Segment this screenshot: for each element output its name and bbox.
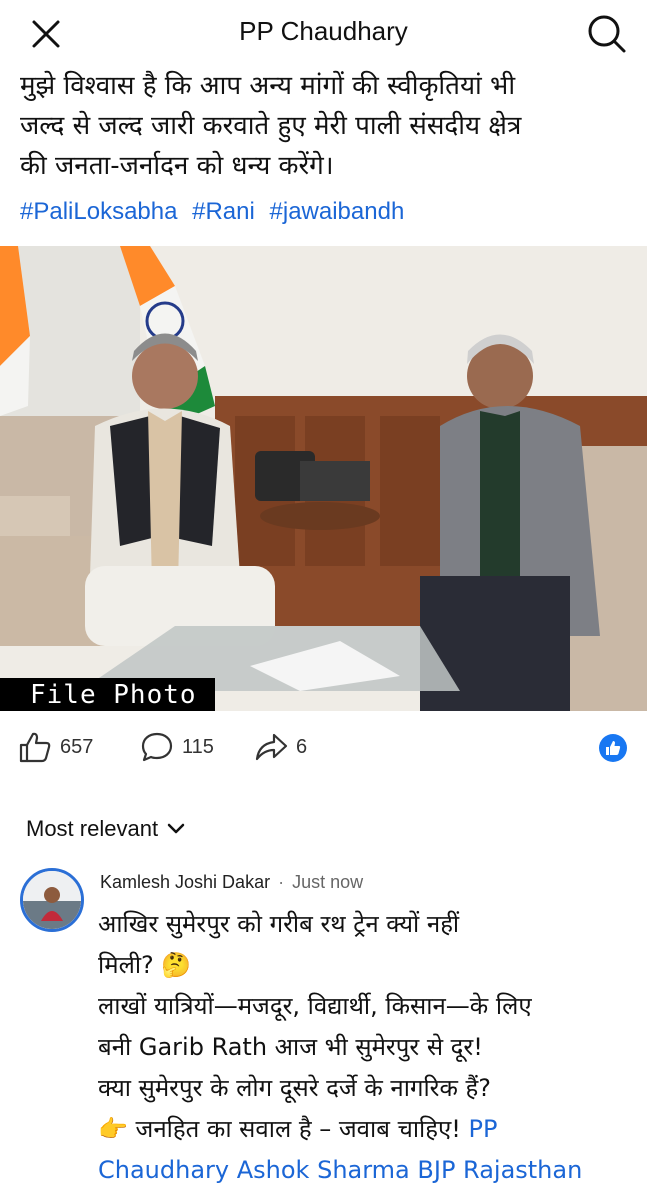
comment-button[interactable]: 115 [140, 730, 214, 764]
post-text: मुझे विश्वास है कि आप अन्य मांगों की स्व… [20, 66, 630, 186]
mention-link[interactable]: Chaudhary Ashok Sharma BJP Rajasthan [98, 1156, 582, 1184]
photo-caption: File Photo [0, 678, 215, 711]
reactions-bar: 657 115 6 [0, 724, 647, 772]
separator-dot: · [278, 872, 285, 892]
like-reaction-badge[interactable] [599, 734, 627, 762]
avatar[interactable] [20, 868, 84, 932]
like-count: 657 [60, 735, 94, 758]
like-button[interactable]: 657 [18, 730, 93, 764]
share-count: 6 [296, 735, 308, 758]
comment-line: आखिर सुमेरपुर को गरीब रथ ट्रेन क्यों नही… [98, 910, 460, 938]
hashtag-link[interactable]: #Rani [192, 198, 255, 225]
page-title: PP Chaudhary [239, 16, 408, 46]
hashtag-link[interactable]: #jawaibandh [270, 198, 405, 225]
thumbs-up-icon [606, 741, 621, 755]
comment-icon [141, 732, 173, 762]
comment-line: मिली? 🤔 [98, 951, 192, 979]
comment-header: Kamlesh Joshi Dakar · Just now [100, 872, 363, 893]
mention-link[interactable]: PP [469, 1115, 498, 1143]
comment-line: 👉 जनहित का सवाल है – जवाब चाहिए! PP [98, 1109, 638, 1150]
thumbs-up-icon [19, 732, 51, 763]
comment-sort-dropdown[interactable]: Most relevant [26, 816, 186, 842]
comment-body: आखिर सुमेरपुर को गरीब रथ ट्रेन क्यों नही… [98, 904, 638, 1191]
comment-count: 115 [182, 735, 214, 758]
search-icon[interactable] [583, 10, 631, 56]
comment-line: Chaudhary Ashok Sharma BJP Rajasthan [98, 1150, 638, 1191]
share-icon [255, 733, 288, 761]
hashtags: #PaliLoksabha #Rani #jawaibandh [20, 198, 412, 226]
comment-text: 👉 जनहित का सवाल है – जवाब चाहिए! [98, 1115, 461, 1143]
sort-label: Most relevant [26, 816, 159, 841]
post-photo[interactable]: File Photo [0, 246, 647, 711]
top-bar: PP Chaudhary [0, 0, 647, 64]
comment-line: बनी Garib Rath आज भी सुमेरपुर से दूर! [98, 1033, 483, 1061]
hashtag-link[interactable]: #PaliLoksabha [20, 198, 177, 225]
comment-line: लाखों यात्रियों—मजदूर, विद्यार्थी, किसान… [98, 992, 532, 1020]
comment-author[interactable]: Kamlesh Joshi Dakar [100, 872, 270, 893]
post-text-line: की जनता-जर्नादन को धन्य करेंगे। [20, 151, 334, 181]
chevron-down-icon [167, 823, 185, 834]
post-text-line: मुझे विश्वास है कि आप अन्य मांगों की स्व… [20, 71, 516, 101]
comment-timestamp: Just now [292, 872, 364, 892]
post-text-line: जल्द से जल्द जारी करवाते हुए मेरी पाली स… [20, 111, 522, 141]
share-button[interactable]: 6 [254, 730, 307, 764]
comment-line: क्या सुमेरपुर के लोग दूसरे दर्जे के नागर… [98, 1074, 492, 1102]
